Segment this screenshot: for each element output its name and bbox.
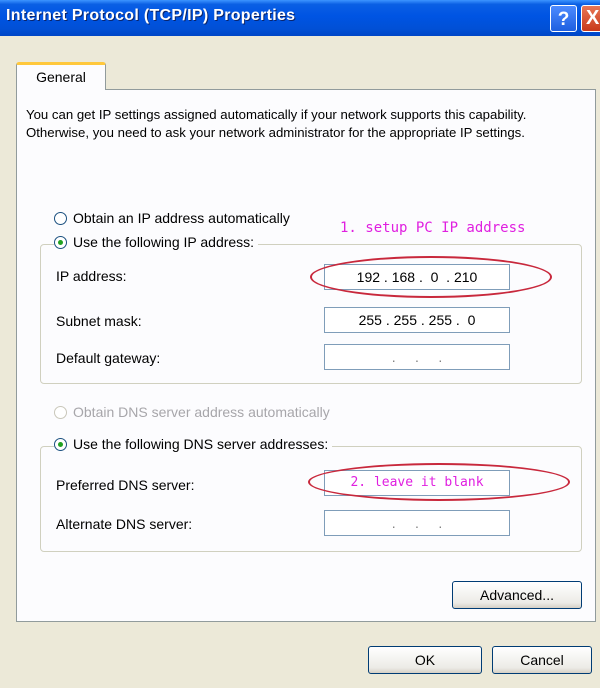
ip-address-label: IP address: bbox=[56, 268, 127, 284]
default-gateway-field[interactable]: . . . bbox=[324, 344, 510, 370]
close-button[interactable]: X bbox=[581, 5, 600, 32]
tab-general[interactable]: General bbox=[16, 62, 106, 90]
ok-button[interactable]: OK bbox=[368, 646, 482, 674]
use-following-dns-label: Use the following DNS server addresses: bbox=[73, 436, 329, 452]
description-text: You can get IP settings assigned automat… bbox=[26, 107, 527, 140]
obtain-dns-auto-radio[interactable]: Obtain DNS server address automatically bbox=[54, 404, 334, 420]
subnet-mask-field[interactable]: 255 . 255 . 255 . 0 bbox=[324, 307, 510, 333]
use-following-dns-radio[interactable]: Use the following DNS server addresses: bbox=[54, 436, 333, 452]
alternate-dns-label: Alternate DNS server: bbox=[56, 516, 193, 532]
help-button[interactable]: ? bbox=[550, 5, 577, 32]
radio-disabled-icon bbox=[54, 405, 67, 419]
cancel-button[interactable]: Cancel bbox=[492, 646, 592, 674]
radio-selected-icon bbox=[54, 437, 67, 451]
title-bar[interactable]: Internet Protocol (TCP/IP) Properties ? … bbox=[0, 0, 600, 36]
tcpip-properties-dialog: Internet Protocol (TCP/IP) Properties ? … bbox=[0, 0, 600, 688]
annotation-ellipse-dns bbox=[308, 463, 570, 501]
radio-selected-icon bbox=[54, 235, 67, 249]
alternate-dns-field[interactable]: . . . bbox=[324, 510, 510, 536]
obtain-ip-auto-radio[interactable]: Obtain an IP address automatically bbox=[54, 210, 294, 226]
use-following-ip-label: Use the following IP address: bbox=[73, 234, 255, 250]
radio-icon bbox=[54, 211, 67, 225]
window-title: Internet Protocol (TCP/IP) Properties bbox=[6, 7, 296, 24]
subnet-mask-label: Subnet mask: bbox=[56, 313, 142, 329]
annotation-setup-ip: 1. setup PC IP address bbox=[340, 220, 526, 236]
advanced-button[interactable]: Advanced... bbox=[452, 581, 582, 609]
annotation-ellipse-ip bbox=[310, 256, 552, 298]
use-following-ip-radio[interactable]: Use the following IP address: bbox=[54, 234, 259, 250]
obtain-dns-auto-label: Obtain DNS server address automatically bbox=[73, 404, 330, 420]
dns-settings-group bbox=[40, 446, 582, 552]
preferred-dns-label: Preferred DNS server: bbox=[56, 477, 195, 493]
default-gateway-label: Default gateway: bbox=[56, 350, 161, 366]
close-icon: X bbox=[586, 7, 600, 29]
obtain-ip-auto-label: Obtain an IP address automatically bbox=[73, 210, 290, 226]
